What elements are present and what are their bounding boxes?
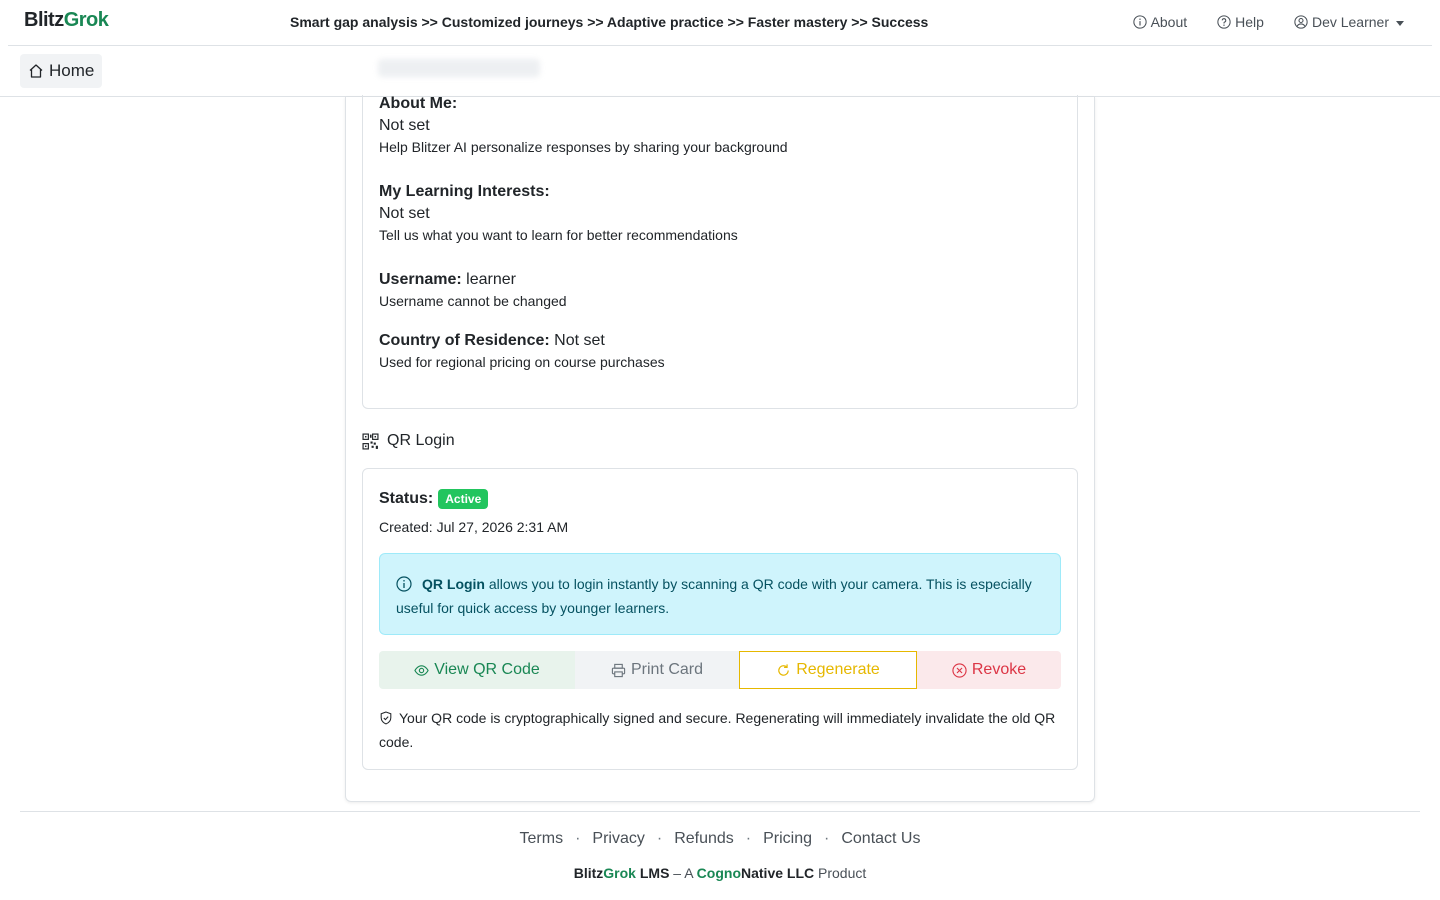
footer-separator: · (745, 830, 752, 847)
qr-info-text: allows you to login instantly by scannin… (396, 576, 1032, 616)
eye-icon (414, 664, 429, 676)
chevron-down-icon (1396, 20, 1404, 26)
user-menu-dropdown[interactable]: Dev Learner (1294, 14, 1404, 30)
qr-info-alert: QR Login allows you to login instantly b… (379, 553, 1061, 635)
profile-details-card: About Me: Not set Help Blitzer AI person… (362, 95, 1078, 409)
top-navbar: BlitzGrok Smart gap analysis >> Customiz… (8, 0, 1432, 46)
about-me-hint: Help Blitzer AI personalize responses by… (379, 139, 788, 155)
view-qr-code-label: View QR Code (434, 661, 540, 678)
blurred-profile-text (378, 59, 540, 77)
footer-brand-native: Native LLC (741, 865, 815, 881)
footer-refunds-link[interactable]: Refunds (674, 830, 734, 848)
qr-security-note-text: Your QR code is cryptographically signed… (379, 710, 1056, 750)
username-value: learner (466, 271, 516, 288)
status-badge: Active (438, 489, 489, 509)
footer-pricing-link[interactable]: Pricing (763, 830, 812, 848)
regenerate-label: Regenerate (796, 661, 880, 678)
footer-separator: · (575, 830, 581, 847)
qr-action-buttons: View QR Code Print Card Regenerate Revok… (379, 651, 1061, 689)
learning-interests-label: My Learning Interests: (379, 183, 550, 200)
learning-interests-value: Not set (379, 205, 430, 222)
brand-part-grok: Grok (63, 9, 109, 31)
profile-page-card: About Me: Not set Help Blitzer AI person… (345, 95, 1095, 802)
footer-links: Terms · Privacy · Refunds · Pricing · Co… (0, 830, 1440, 848)
footer-brand-dash: – A (669, 865, 697, 881)
info-circle-icon (396, 576, 412, 592)
user-name-label: Dev Learner (1311, 14, 1389, 30)
footer-brand-line: BlitzGrok LMS – A CognoNative LLC Produc… (0, 865, 1440, 881)
user-circle-icon (1294, 15, 1308, 29)
print-card-button[interactable]: Print Card (575, 651, 739, 689)
nav-about-link[interactable]: About (1132, 14, 1188, 30)
home-button[interactable]: Home (20, 54, 103, 88)
footer-brand-grok: Grok (603, 865, 636, 881)
qr-status-row: Status: Active (379, 489, 489, 509)
footer-brand-product: Product (814, 865, 867, 881)
qr-code-icon (362, 432, 379, 450)
revoke-button[interactable]: Revoke (917, 651, 1061, 689)
footer-contact-link[interactable]: Contact Us (841, 830, 920, 848)
brand-part-blitz: Blitz (24, 9, 64, 31)
footer-brand-lms: LMS (635, 865, 670, 881)
username-hint: Username cannot be changed (379, 293, 567, 309)
country-hint: Used for regional pricing on course purc… (379, 354, 665, 370)
footer-separator: · (824, 830, 830, 847)
qr-security-note: Your QR code is cryptographically signed… (379, 706, 1069, 754)
country-value: Not set (554, 332, 605, 349)
qr-created-date: Created: Jul 27, 2026 2:31 AM (379, 519, 569, 535)
revoke-label: Revoke (971, 661, 1027, 678)
footer-brand-cogno: Cogno (696, 865, 741, 881)
nav-links: About Help Dev Learner (1132, 14, 1404, 30)
brand-logo[interactable]: BlitzGrok (24, 9, 109, 32)
qr-login-card: Status: Active Created: Jul 27, 2026 2:3… (362, 468, 1078, 770)
shield-check-icon (380, 711, 392, 725)
learning-interests-hint: Tell us what you want to learn for bette… (379, 227, 738, 243)
nav-help-label: Help (1235, 14, 1264, 30)
nav-help-link[interactable]: Help (1217, 14, 1264, 30)
qr-login-title: QR Login (387, 432, 455, 449)
footer-divider (20, 811, 1420, 812)
x-circle-icon (952, 662, 967, 678)
info-circle-icon (1132, 15, 1147, 29)
nav-about-label: About (1150, 14, 1188, 30)
print-card-label: Print Card (630, 661, 704, 678)
country-label: Country of Residence: (379, 332, 550, 349)
tagline: Smart gap analysis >> Customized journey… (290, 14, 929, 30)
country-field: Country of Residence: Not set Used for r… (379, 332, 665, 370)
refresh-icon (778, 663, 789, 676)
view-qr-code-button[interactable]: View QR Code (379, 651, 575, 689)
footer-terms-link[interactable]: Terms (520, 830, 564, 848)
regenerate-button[interactable]: Regenerate (739, 651, 917, 689)
about-me-value: Not set (379, 117, 430, 134)
sub-navbar: Home (0, 47, 1440, 97)
username-field: Username: learner Username cannot be cha… (379, 271, 567, 309)
about-me-field: About Me: Not set Help Blitzer AI person… (379, 95, 788, 155)
qr-login-heading: QR Login (362, 432, 455, 450)
house-icon (29, 64, 43, 78)
qr-status-label: Status: (379, 490, 434, 507)
footer-brand-blitz: Blitz (573, 865, 604, 881)
printer-icon (611, 663, 626, 677)
footer-privacy-link[interactable]: Privacy (592, 830, 644, 848)
about-me-label: About Me: (379, 95, 458, 112)
learning-interests-field: My Learning Interests: Not set Tell us w… (379, 183, 738, 243)
qr-info-strong: QR Login (422, 576, 485, 592)
home-label: Home (49, 61, 95, 80)
footer-separator: · (656, 830, 663, 847)
username-label: Username: (379, 271, 462, 288)
question-circle-icon (1217, 15, 1231, 29)
